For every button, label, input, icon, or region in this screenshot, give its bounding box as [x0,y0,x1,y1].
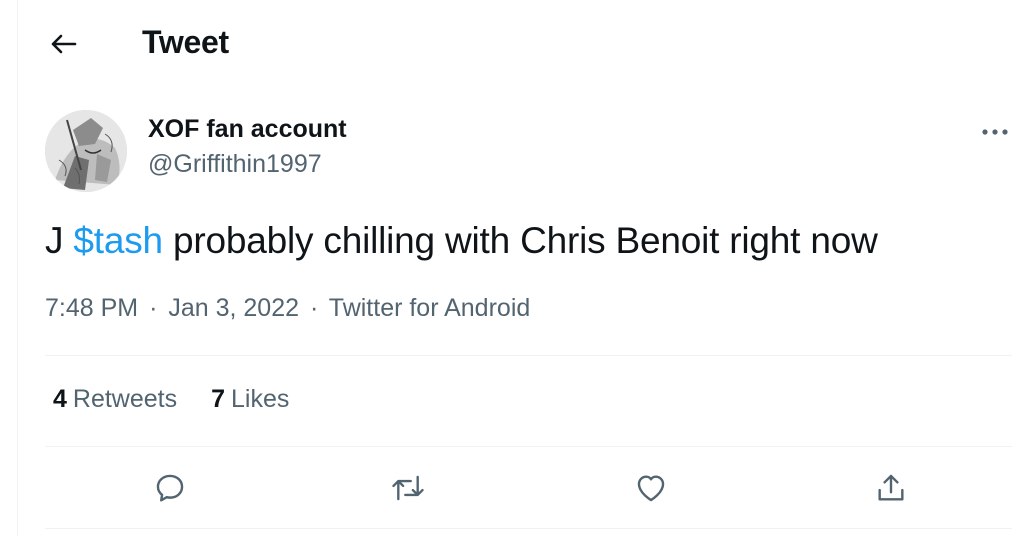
avatar[interactable] [45,110,127,192]
tweet-text-after: probably chilling with Chris Benoit righ… [162,220,878,261]
author-handle[interactable]: @Griffithin1997 [148,150,322,179]
like-button[interactable] [629,466,673,510]
more-options-button[interactable] [978,118,1012,146]
meta-separator: · [309,294,319,322]
share-button[interactable] [869,466,913,510]
author-display-name[interactable]: XOF fan account [148,115,347,144]
heart-icon [637,475,665,502]
likes-stat[interactable]: 7 Likes [211,385,289,414]
likes-label: Likes [231,385,290,413]
cashtag-link[interactable]: $tash [73,220,163,261]
meta-separator: · [149,294,158,322]
retweets-stat[interactable]: 4 Retweets [53,385,177,414]
likes-count: 7 [211,385,226,413]
avatar-sketch-image [45,110,127,192]
column-border [17,0,18,536]
page-title: Tweet [142,24,229,60]
tweet-time[interactable]: 7:48 PM [45,294,138,322]
divider [45,528,1012,529]
tweet-date[interactable]: Jan 3, 2022 [168,294,299,322]
retweets-count: 4 [53,385,67,413]
retweet-button[interactable] [386,466,430,510]
tweet-text: J $tash probably chilling with Chris Ben… [45,220,878,262]
retweet-icon [392,475,424,501]
share-icon [878,474,904,501]
reply-icon [156,474,184,502]
divider [45,355,1012,356]
more-icon [982,129,1008,135]
back-button[interactable] [44,26,82,62]
tweet-metadata: 7:48 PM · Jan 3, 2022 · Twitter for Andr… [45,294,530,323]
tweet-stats: 4 Retweets 7 Likes [53,385,289,414]
arrow-left-icon [51,34,77,54]
tweet-text-before: J [45,220,74,261]
reply-button[interactable] [148,466,192,510]
tweet-page: Tweet XOF fan account @Griffithin1997 J … [0,0,1024,536]
retweets-label: Retweets [72,385,178,413]
divider [45,446,1012,447]
tweet-source[interactable]: Twitter for Android [329,294,530,322]
